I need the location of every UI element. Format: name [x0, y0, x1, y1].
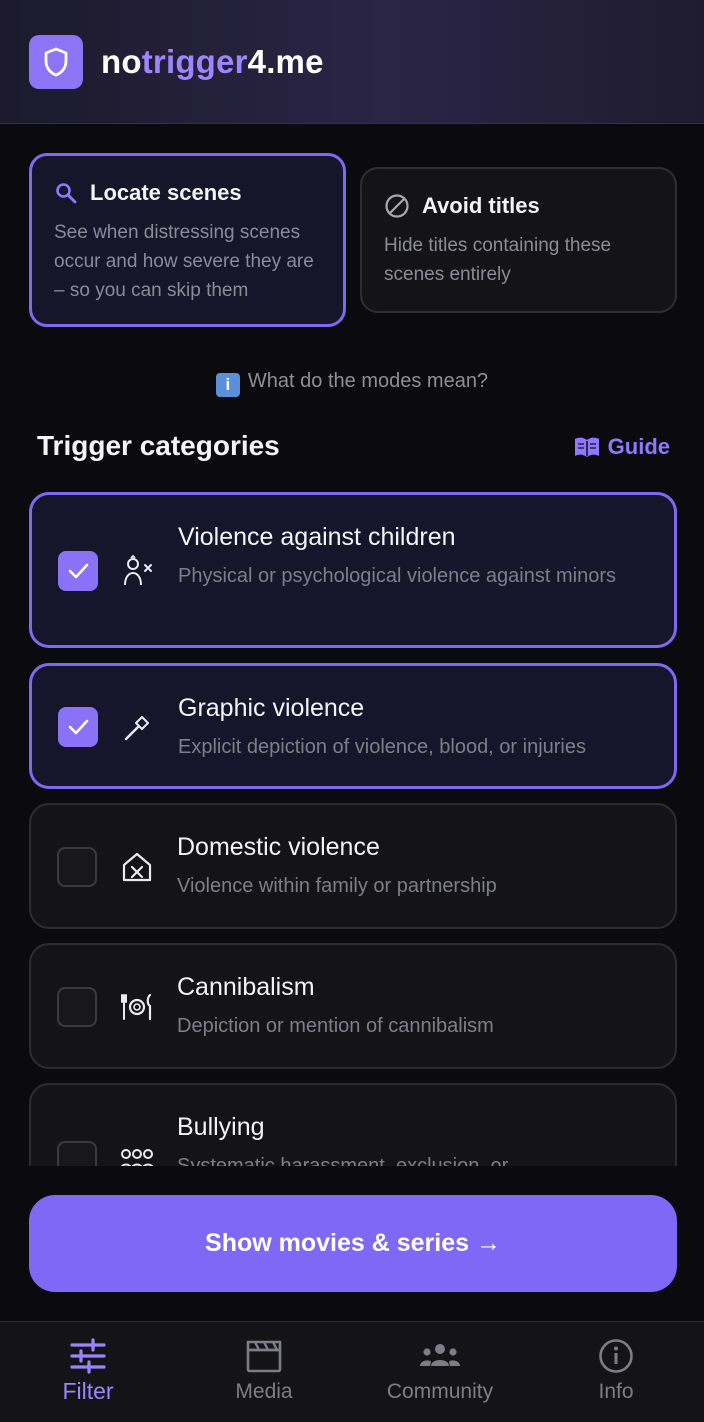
block-icon	[385, 194, 409, 218]
search-icon	[56, 183, 77, 204]
category-title: Violence against children	[178, 523, 456, 551]
nav-filter[interactable]: Filter	[0, 1322, 176, 1422]
nav-info[interactable]: Info	[528, 1322, 704, 1422]
category-domestic-violence[interactable]: Domestic violence Violence within family…	[29, 803, 677, 929]
category-checkbox[interactable]	[58, 707, 98, 747]
category-description: Physical or psychological violence again…	[178, 565, 616, 587]
mode-title: Locate scenes	[90, 180, 242, 205]
shield-logo-icon	[29, 34, 83, 89]
child-icon	[124, 554, 152, 586]
category-checkbox[interactable]	[57, 987, 97, 1027]
category-checkbox[interactable]	[58, 551, 98, 591]
clapperboard-icon	[246, 1340, 282, 1373]
app-header: notrigger4.me	[0, 0, 704, 124]
show-movies-button[interactable]: Show movies & series →	[29, 1195, 677, 1292]
nav-label: Community	[386, 1380, 494, 1403]
knife-icon	[124, 716, 149, 741]
section-title: Trigger categories	[37, 430, 280, 461]
brand-name[interactable]: notrigger4.me	[101, 43, 324, 81]
group-icon	[120, 1149, 154, 1166]
category-violence-against-children[interactable]: Violence against children Physical or ps…	[29, 492, 677, 648]
brand-part-1: no	[101, 42, 142, 80]
category-description: Violence within family or partnership	[177, 875, 497, 897]
mode-title: Avoid titles	[422, 193, 540, 218]
modes-help-link[interactable]: i What do the modes mean?	[0, 370, 704, 397]
nav-label: Media	[235, 1380, 293, 1403]
category-title: Graphic violence	[178, 694, 365, 722]
mode-avoid-titles[interactable]: Avoid titles Hide titles containing thes…	[360, 167, 677, 313]
category-description: Explicit depiction of violence, blood, o…	[178, 736, 586, 758]
mode-description: Hide titles containing these scenes enti…	[384, 235, 612, 285]
info-circle-icon	[599, 1339, 633, 1373]
nav-label: Filter	[62, 1378, 114, 1404]
mode-locate-scenes[interactable]: Locate scenes See when distressing scene…	[29, 153, 346, 327]
book-icon	[574, 437, 599, 457]
modes-help-text: What do the modes mean?	[247, 370, 489, 392]
nav-community[interactable]: Community	[352, 1322, 528, 1422]
category-list[interactable]: Violence against children Physical or ps…	[0, 480, 704, 1166]
guide-link[interactable]: Guide	[574, 434, 670, 460]
category-cannibalism[interactable]: Cannibalism Depiction or mention of cann…	[29, 943, 677, 1069]
bottom-nav: Filter Media Community Info	[0, 1321, 704, 1422]
info-icon: i	[215, 373, 240, 397]
plate-icon	[121, 993, 152, 1021]
people-icon	[420, 1344, 460, 1366]
category-bullying[interactable]: Bullying Systematic harassment, exclusio…	[29, 1083, 677, 1166]
category-title: Bullying	[177, 1113, 265, 1141]
house-x-icon	[122, 852, 152, 882]
brand-part-2: trigger	[141, 42, 248, 80]
category-checkbox[interactable]	[57, 1141, 97, 1166]
category-graphic-violence[interactable]: Graphic violence Explicit depiction of v…	[29, 663, 677, 789]
mode-description: See when distressing scenes occur and ho…	[54, 222, 314, 301]
category-description: Depiction or mention of cannibalism	[177, 1015, 494, 1037]
sliders-icon	[70, 1338, 106, 1374]
nav-media[interactable]: Media	[176, 1322, 352, 1422]
category-checkbox[interactable]	[57, 847, 97, 887]
category-description: Systematic harassment, exclusion, or	[177, 1155, 509, 1166]
category-title: Domestic violence	[177, 833, 380, 861]
nav-label: Info	[598, 1380, 634, 1403]
guide-label: Guide	[607, 434, 670, 459]
category-title: Cannibalism	[177, 973, 315, 1001]
brand-part-3: 4.me	[247, 42, 324, 80]
